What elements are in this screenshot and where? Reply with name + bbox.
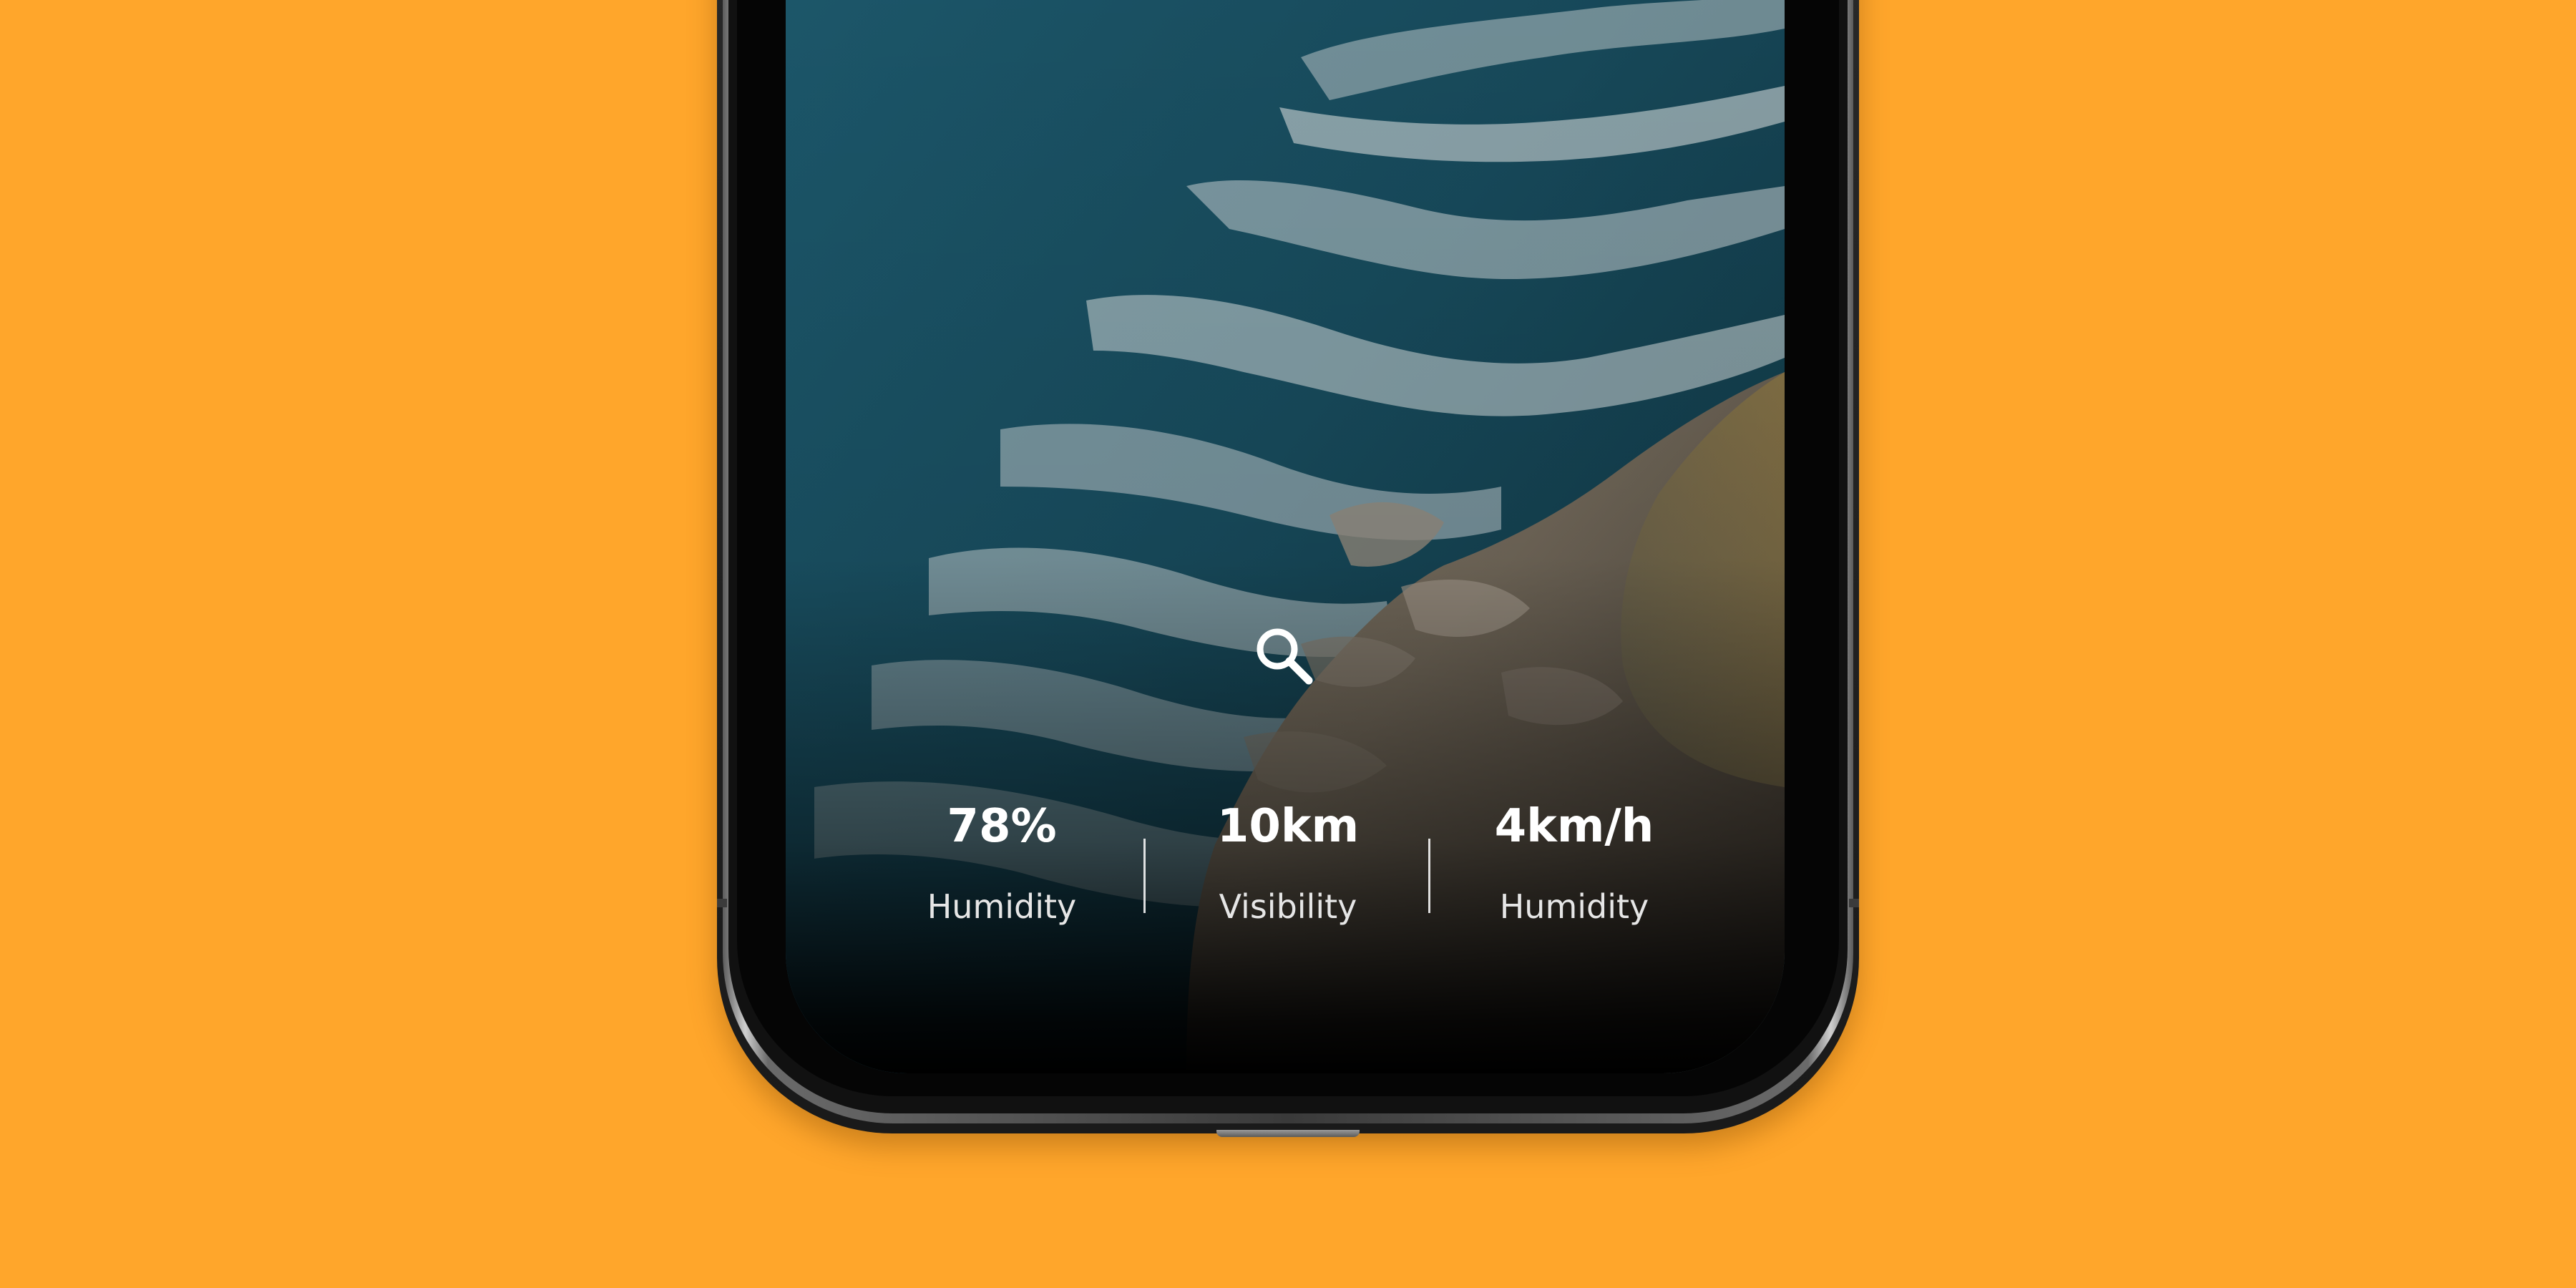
- stat-label: Humidity: [1499, 887, 1649, 926]
- antenna-band-left: [717, 899, 727, 907]
- antenna-band-right: [1849, 899, 1859, 907]
- stat-humidity: 78% Humidity: [859, 787, 1145, 959]
- weather-stats: 78% Humidity 10km Visibility 4km/h Humid…: [859, 787, 1717, 959]
- stat-value: 4km/h: [1494, 800, 1654, 853]
- search-icon: [1257, 628, 1313, 685]
- stat-divider: [1428, 839, 1430, 913]
- phone-bottom-edge: [1216, 1130, 1360, 1137]
- stat-label: Humidity: [927, 887, 1077, 926]
- stat-wind: 4km/h Humidity: [1431, 787, 1717, 959]
- page-background: 78% Humidity 10km Visibility 4km/h Humid…: [0, 0, 2576, 1288]
- stat-value: 10km: [1216, 800, 1360, 853]
- stat-value: 78%: [947, 800, 1057, 853]
- stat-visibility: 10km Visibility: [1145, 787, 1431, 959]
- search-button[interactable]: [1245, 617, 1324, 696]
- stat-label: Visibility: [1219, 887, 1357, 926]
